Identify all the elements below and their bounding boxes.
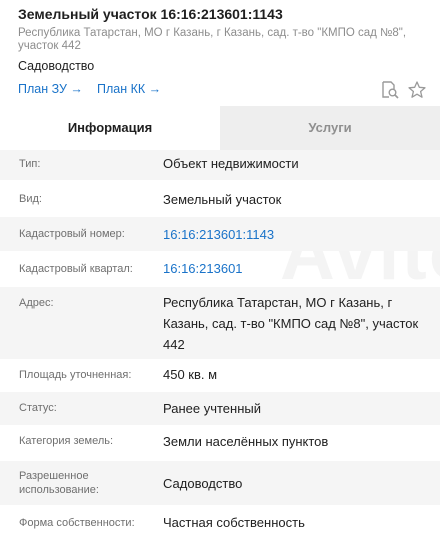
detail-label: Адрес:: [19, 297, 54, 309]
detail-value: 450 кв. м: [163, 367, 218, 382]
plan-kk-link[interactable]: План КК →: [97, 82, 161, 96]
detail-value: Республика Татарстан, МО г Казань, г Каз…: [163, 295, 419, 352]
detail-label: Форма собственности:: [19, 517, 135, 529]
detail-label: Разрешенное использование:: [19, 470, 99, 496]
cadastral-quarter-link[interactable]: 16:16:213601: [163, 258, 428, 279]
detail-row: Разрешенное использование: Садоводство: [0, 461, 440, 505]
detail-row: Площадь уточненная: 450 кв. м: [0, 359, 440, 392]
page-title: Земельный участок 16:16:213601:1143: [18, 6, 283, 22]
object-address: Республика Татарстан, МО г Казань, г Каз…: [18, 27, 407, 52]
detail-row: Вид: Земельный участок: [0, 180, 440, 217]
detail-value: Земельный участок: [163, 192, 282, 207]
land-purpose: Садоводство: [18, 59, 95, 73]
tab-services[interactable]: Услуги: [220, 106, 440, 150]
detail-row: Тип: Объект недвижимости: [0, 150, 440, 180]
detail-label: Площадь уточненная:: [19, 369, 132, 381]
plan-zu-link[interactable]: План ЗУ →: [18, 82, 83, 96]
detail-label: Кадастровый квартал:: [19, 263, 133, 275]
detail-label: Кадастровый номер:: [19, 228, 125, 240]
detail-row: Статус: Ранее учтенный: [0, 392, 440, 425]
detail-label: Статус:: [19, 402, 57, 414]
detail-label: Категория земель:: [19, 435, 114, 447]
detail-row: Адрес: Республика Татарстан, МО г Казань…: [0, 287, 440, 359]
star-icon[interactable]: [407, 80, 427, 100]
tab-information[interactable]: Информация: [0, 106, 220, 150]
detail-value: Земли населённых пунктов: [163, 434, 329, 449]
detail-value: Объект недвижимости: [163, 156, 299, 171]
detail-row: Кадастровый номер: 16:16:213601:1143: [0, 217, 440, 251]
document-search-icon[interactable]: [380, 80, 400, 100]
tab-bar: Информация Услуги: [0, 106, 440, 150]
detail-label: Тип:: [19, 158, 41, 170]
detail-label: Вид:: [19, 193, 42, 205]
detail-value: Ранее учтенный: [163, 401, 261, 416]
cadastral-number-link[interactable]: 16:16:213601:1143: [163, 224, 428, 245]
detail-row: Форма собственности: Частная собственнос…: [0, 505, 440, 540]
detail-row: Категория земель: Земли населённых пункт…: [0, 425, 440, 461]
detail-value: Частная собственность: [163, 515, 305, 530]
detail-row: Кадастровый квартал: 16:16:213601: [0, 251, 440, 287]
detail-value: Садоводство: [163, 476, 243, 491]
